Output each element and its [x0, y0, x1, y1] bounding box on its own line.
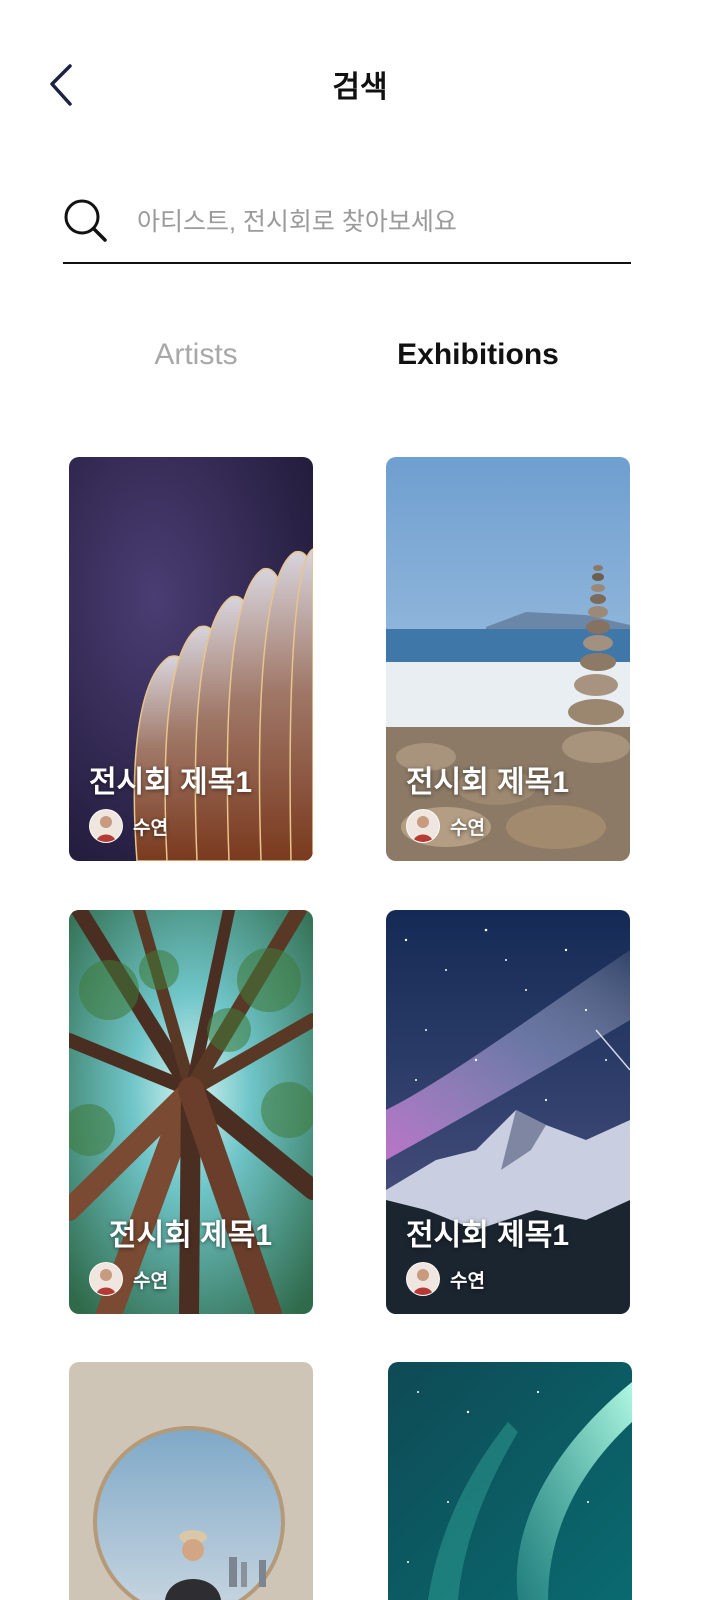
artist-info: 수연	[89, 809, 168, 843]
page-title: 검색	[332, 71, 388, 104]
search-icon[interactable]	[63, 198, 109, 244]
exhibition-card[interactable]	[388, 1362, 632, 1600]
avatar	[406, 1262, 440, 1296]
arch-portrait-image	[69, 1362, 313, 1600]
exhibition-card[interactable]: 전시회 제목1 수연	[386, 457, 630, 861]
exhibition-title: 전시회 제목1	[89, 766, 253, 799]
search-input[interactable]	[135, 198, 619, 246]
artist-info: 수연	[406, 809, 485, 843]
avatar	[406, 809, 440, 843]
aurora-sky-image	[388, 1362, 632, 1600]
artist-info: 수연	[406, 1262, 485, 1296]
artist-name: 수연	[450, 1270, 485, 1292]
exhibition-card[interactable]	[69, 1362, 313, 1600]
artist-name: 수연	[133, 1270, 168, 1292]
search-bar	[63, 190, 631, 264]
artist-name: 수연	[133, 817, 168, 839]
exhibition-card[interactable]: 전시회 제목1 수연	[69, 910, 313, 1314]
artist-name: 수연	[450, 817, 485, 839]
avatar	[89, 809, 123, 843]
exhibition-card[interactable]: 전시회 제목1 수연	[386, 910, 630, 1314]
exhibition-title: 전시회 제목1	[406, 766, 570, 799]
avatar	[89, 1262, 123, 1296]
artist-info: 수연	[89, 1262, 168, 1296]
exhibition-title: 전시회 제목1	[109, 1219, 273, 1252]
exhibition-card[interactable]: 전시회 제목1 수연	[69, 457, 313, 861]
tab-exhibitions[interactable]: Exhibitions	[368, 338, 588, 372]
exhibition-title: 전시회 제목1	[406, 1219, 570, 1252]
tab-artists[interactable]: Artists	[116, 338, 276, 372]
